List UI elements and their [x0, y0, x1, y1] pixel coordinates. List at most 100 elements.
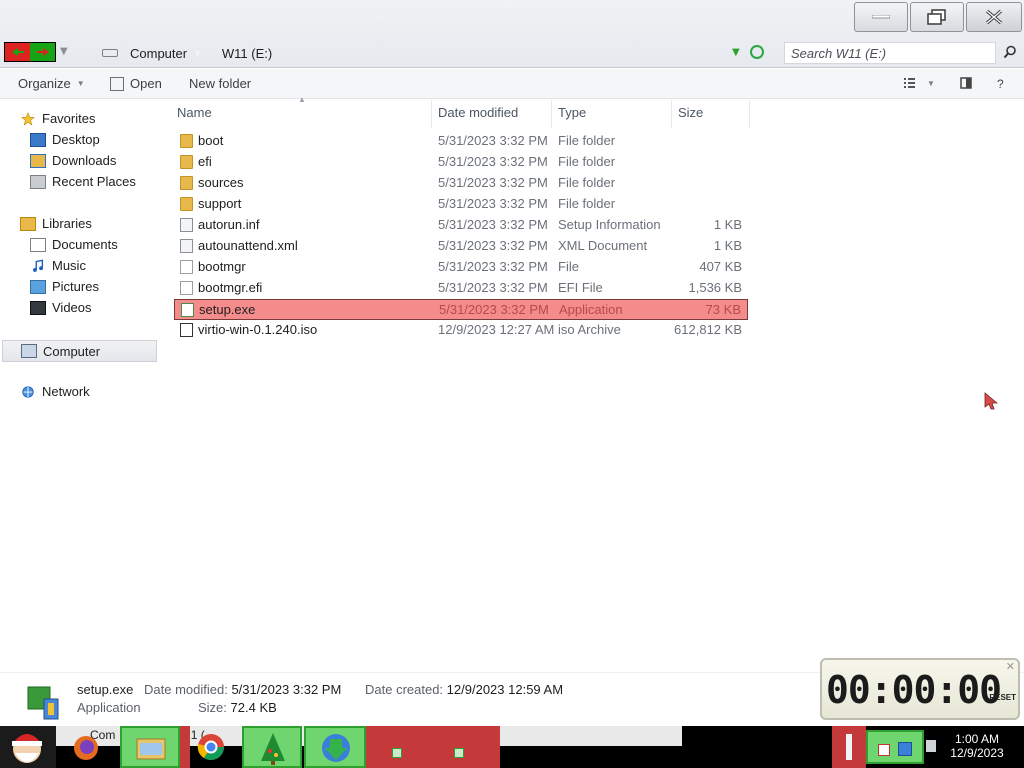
file-name: autorun.inf: [198, 217, 260, 232]
refresh-icon[interactable]: [750, 45, 764, 59]
countdown-timer-widget[interactable]: ✕ 00:00:00 RESET: [820, 658, 1020, 720]
volume-icon[interactable]: [926, 740, 936, 752]
taskbar-christmas-tree-button[interactable]: [242, 726, 302, 768]
restore-icon: [927, 9, 946, 25]
address-dropdown-icon[interactable]: ▼: [732, 47, 740, 58]
preview-pane-icon[interactable]: [960, 77, 972, 89]
close-button[interactable]: [966, 2, 1022, 32]
documents-icon: [30, 237, 46, 252]
column-header-date-modified[interactable]: Date modified: [438, 105, 518, 120]
detail-modified-label: Date modified:: [144, 682, 228, 697]
timer-close-icon[interactable]: ✕: [1006, 660, 1015, 673]
sidebar-label-recent-places: Recent Places: [52, 174, 136, 189]
sidebar-label-music: Music: [52, 258, 86, 273]
file-name: sources: [198, 175, 244, 190]
chrome-icon[interactable]: [196, 732, 226, 762]
firefox-icon[interactable]: [72, 734, 100, 762]
sidebar-item-downloads[interactable]: Downloads: [30, 153, 116, 168]
organize-label: Organize: [18, 76, 71, 91]
taskbar-show-desktop-left[interactable]: [832, 726, 866, 768]
detail-file-name: setup.exe: [77, 682, 134, 697]
star-icon: [21, 111, 35, 126]
taskbar-window-group[interactable]: [366, 726, 500, 768]
file-date-modified: 5/31/2023 3:32 PM: [438, 217, 548, 232]
sidebar-item-network[interactable]: Network: [20, 384, 90, 399]
address-bar[interactable]: Computer › W11 (E:) ▼: [96, 41, 776, 65]
minimize-button[interactable]: [854, 2, 908, 32]
file-row[interactable]: boot 5/31/2023 3:32 PM File folder: [174, 131, 748, 152]
column-header-size[interactable]: Size: [678, 105, 703, 120]
sidebar-item-desktop[interactable]: Desktop: [30, 132, 100, 147]
timer-reset-button[interactable]: RESET: [989, 693, 1016, 702]
navigation-pane: Favorites Desktop Downloads Recent Place…: [0, 100, 164, 670]
help-icon[interactable]: ?: [997, 77, 1004, 91]
column-header-type[interactable]: Type: [558, 105, 586, 120]
detail-size-label: Size:: [198, 700, 227, 715]
computer-icon: [21, 344, 37, 358]
folder-icon: [180, 197, 193, 211]
file-name: autounattend.xml: [198, 238, 298, 253]
videos-icon: [30, 300, 46, 315]
sidebar-item-libraries[interactable]: Libraries: [20, 216, 92, 231]
file-row[interactable]: setup.exe 5/31/2023 3:32 PM Application 73 …: [174, 299, 748, 320]
tray-icons-group[interactable]: [866, 730, 924, 764]
settings-file-icon: [180, 218, 193, 232]
breadcrumb-computer[interactable]: Computer: [130, 46, 187, 61]
back-button[interactable]: [5, 43, 30, 61]
breadcrumb-drive[interactable]: W11 (E:): [222, 46, 272, 61]
folder-icon: [180, 176, 193, 190]
file-row[interactable]: efi 5/31/2023 3:32 PM File folder: [174, 152, 748, 173]
new-folder-button[interactable]: New folder: [189, 76, 251, 91]
flag-icon: [846, 734, 852, 760]
sidebar-item-documents[interactable]: Documents: [30, 237, 118, 252]
search-input[interactable]: Search W11 (E:): [784, 42, 996, 64]
restore-button[interactable]: [910, 2, 964, 32]
forward-button[interactable]: [30, 43, 55, 61]
organize-button[interactable]: Organize ▼: [18, 76, 85, 91]
sidebar-item-music[interactable]: Music: [30, 258, 86, 273]
sidebar-item-favorites[interactable]: Favorites: [20, 111, 95, 126]
taskbar-explorer-button[interactable]: [120, 726, 180, 768]
file-row[interactable]: autounattend.xml 5/31/2023 3:32 PM XML Doc…: [174, 236, 748, 257]
downloads-icon: [30, 153, 46, 168]
navigation-buttons: [4, 42, 56, 62]
command-bar: Organize ▼ Open New folder ▼ ?: [0, 69, 1024, 99]
sidebar-label-desktop: Desktop: [52, 132, 100, 147]
sidebar-item-videos[interactable]: Videos: [30, 300, 92, 315]
taskbar-clock[interactable]: 1:00 AM 12/9/2023: [944, 732, 1010, 760]
network-tray-icon[interactable]: [898, 742, 912, 756]
detail-modified-value: 5/31/2023 3:32 PM: [231, 682, 342, 697]
action-center-icon[interactable]: [878, 744, 890, 756]
file-row[interactable]: bootmgr.efi 5/31/2023 3:32 PM EFI File 1,53…: [174, 278, 748, 299]
drive-icon: [102, 49, 118, 57]
file-row[interactable]: virtio-win-0.1.240.iso 12/9/2023 12:27 AM…: [174, 320, 748, 341]
file-type: iso Archive: [558, 322, 621, 337]
file-name: boot: [198, 133, 224, 148]
sidebar-label-computer: Computer: [43, 343, 101, 359]
detail-created-value: 12/9/2023 12:59 AM: [446, 682, 564, 697]
search-icon[interactable]: [1003, 45, 1017, 59]
file-row[interactable]: bootmgr 5/31/2023 3:32 PM File 407 KB: [174, 257, 748, 278]
file-date-modified: 5/31/2023 3:32 PM: [438, 259, 548, 274]
detail-file-kind: Application: [77, 700, 141, 715]
taskbar-download-manager-button[interactable]: [304, 726, 366, 768]
sidebar-item-computer[interactable]: Computer: [2, 340, 157, 362]
column-header-name[interactable]: Name: [177, 105, 212, 120]
start-button[interactable]: [0, 726, 56, 768]
detail-created-label: Date created:: [365, 682, 444, 697]
clock-date: 12/9/2023: [950, 746, 1004, 760]
detail-size: Size: 72.4 KB: [198, 700, 277, 715]
sidebar-item-recent-places[interactable]: Recent Places: [30, 174, 136, 189]
window-thumbnail-icon: [454, 748, 464, 758]
file-row[interactable]: support 5/31/2023 3:32 PM File folder: [174, 194, 748, 215]
sidebar-label-pictures: Pictures: [52, 279, 99, 294]
recent-pages-dropdown[interactable]: ▼: [60, 46, 68, 57]
file-row[interactable]: sources 5/31/2023 3:32 PM File folder: [174, 173, 748, 194]
sidebar-label-downloads: Downloads: [52, 153, 117, 168]
open-button[interactable]: Open: [110, 76, 162, 91]
music-icon: [33, 258, 44, 272]
views-dropdown-icon[interactable]: ▼: [927, 79, 935, 88]
view-options-icon[interactable]: [904, 77, 916, 89]
sidebar-item-pictures[interactable]: Pictures: [30, 279, 99, 294]
file-row[interactable]: autorun.inf 5/31/2023 3:32 PM Setup Inform…: [174, 215, 748, 236]
